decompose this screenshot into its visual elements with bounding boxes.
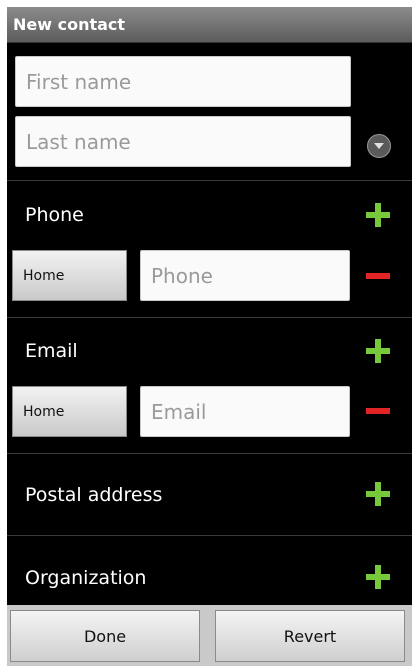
phone-field[interactable]: Phone — [140, 250, 350, 301]
email-type-button[interactable]: Home — [12, 386, 127, 437]
divider — [7, 317, 412, 318]
add-organization-plus-icon[interactable] — [366, 565, 390, 589]
add-email-plus-icon[interactable] — [366, 339, 390, 363]
done-button[interactable]: Done — [10, 610, 200, 662]
divider — [7, 535, 412, 536]
last-name-field[interactable]: Last name — [15, 116, 351, 167]
remove-phone-minus-icon[interactable] — [366, 273, 390, 279]
email-placeholder: Email — [151, 399, 207, 424]
bottom-button-bar: Done Revert — [7, 605, 412, 666]
remove-email-minus-icon[interactable] — [366, 408, 390, 414]
title-bar: New contact — [7, 7, 412, 43]
divider — [7, 453, 412, 454]
email-type-label: Home — [23, 403, 65, 420]
phone-type-button[interactable]: Home — [12, 250, 127, 301]
screen: New contact First name Last name Phone H… — [7, 7, 412, 666]
revert-button[interactable]: Revert — [215, 610, 405, 662]
email-label: Email — [25, 340, 78, 362]
phone-type-label: Home — [23, 267, 65, 284]
last-name-placeholder: Last name — [26, 129, 131, 154]
first-name-placeholder: First name — [26, 69, 132, 94]
add-postal-plus-icon[interactable] — [366, 482, 390, 506]
page-title: New contact — [13, 15, 126, 34]
first-name-field[interactable]: First name — [15, 56, 351, 107]
revert-label: Revert — [283, 626, 337, 646]
phone-label: Phone — [25, 204, 84, 226]
postal-address-label: Postal address — [25, 484, 163, 506]
organization-label: Organization — [25, 567, 147, 589]
divider — [7, 180, 412, 181]
email-field[interactable]: Email — [140, 386, 350, 437]
expand-icon[interactable] — [367, 134, 391, 158]
add-phone-plus-icon[interactable] — [366, 203, 390, 227]
done-label: Done — [83, 626, 127, 646]
phone-placeholder: Phone — [151, 263, 213, 288]
